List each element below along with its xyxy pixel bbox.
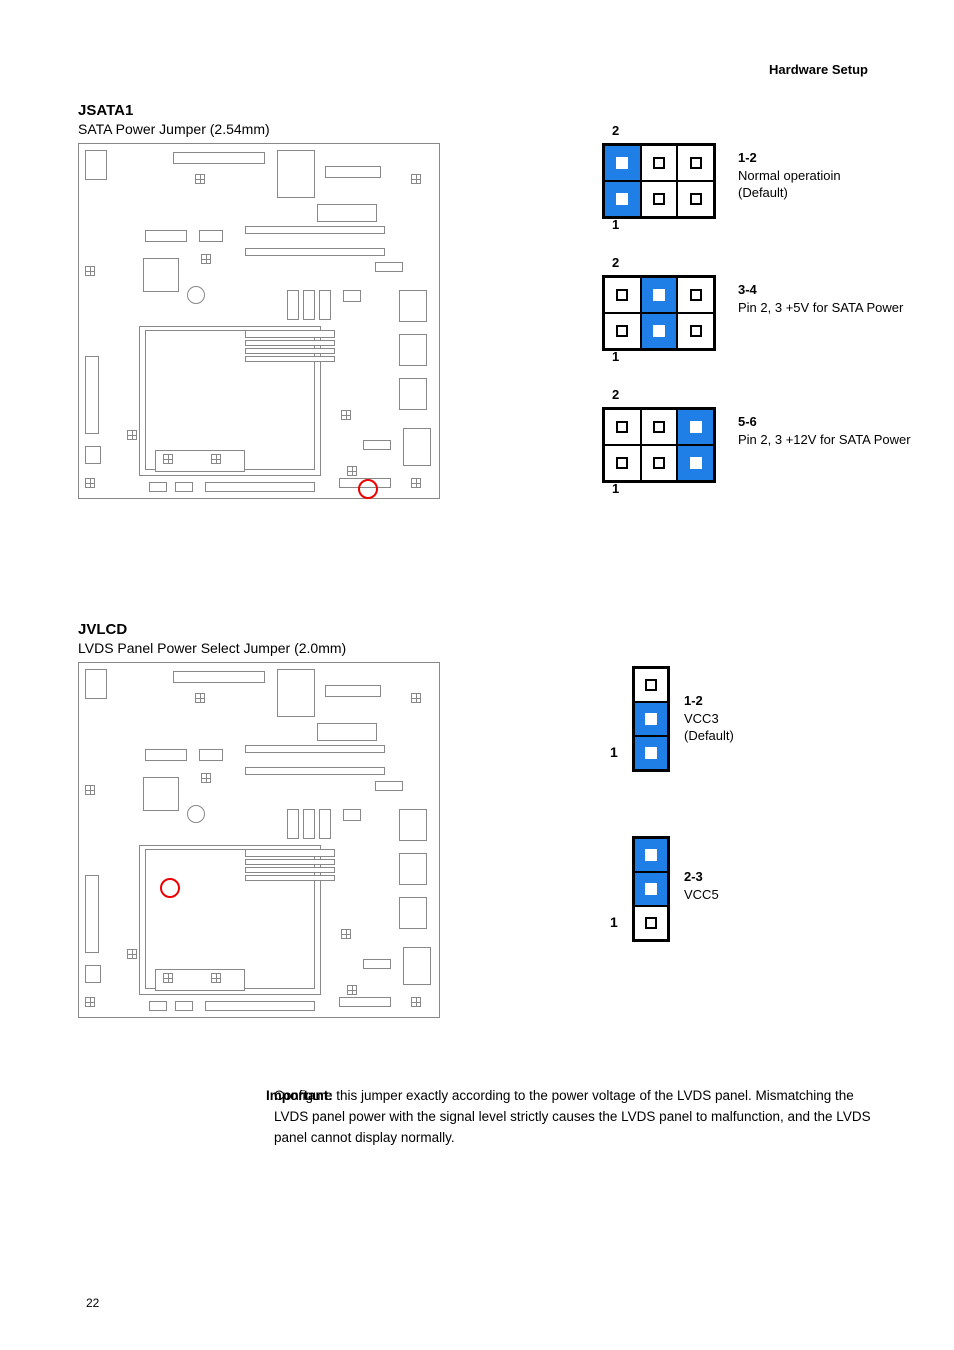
pin2-label-a: 2 (612, 123, 619, 138)
page-header-right: Hardware Setup (769, 62, 868, 77)
jvlcd-option-a-text: 1-2 VCC3 (Default) (684, 692, 884, 745)
jvlcd-grid-b (632, 836, 670, 942)
motherboard-diagram-2 (78, 662, 440, 1018)
jvlcd-grid-a (632, 666, 670, 772)
jsata1-desc: SATA Power Jumper (2.54mm) (78, 121, 876, 137)
jsata1-grid-b (602, 275, 716, 351)
jsata1-option-b-text: 3-4 Pin 2, 3 +5V for SATA Power (738, 281, 954, 316)
pin1-label-e: 1 (610, 914, 618, 930)
pin2-label-c: 2 (612, 387, 619, 402)
jsata1-grid-a (602, 143, 716, 219)
jsata1-option-c-text: 5-6 Pin 2, 3 +12V for SATA Power (738, 413, 954, 448)
pin2-label-b: 2 (612, 255, 619, 270)
jvlcd-location-marker (160, 878, 180, 898)
jsata1-grid-c (602, 407, 716, 483)
jvlcd-option-b-text: 2-3 VCC5 (684, 868, 884, 903)
pin1-label-b: 1 (612, 349, 619, 364)
jsata1-option-a-text: 1-2 Normal operatioin (Default) (738, 149, 954, 202)
motherboard-diagram-1 (78, 143, 440, 499)
important-note: Important: Configure this jumper exactly… (78, 1086, 876, 1149)
jsata1-title: JSATA1 (78, 102, 876, 119)
jvlcd-desc: LVDS Panel Power Select Jumper (2.0mm) (78, 640, 876, 656)
footer-page-number: 22 (86, 1296, 99, 1310)
jvlcd-title: JVLCD (78, 621, 876, 638)
jsata1-location-marker (358, 479, 378, 499)
pin1-label-d: 1 (610, 744, 618, 760)
pin1-label-a: 1 (612, 217, 619, 232)
pin1-label-c: 1 (612, 481, 619, 496)
